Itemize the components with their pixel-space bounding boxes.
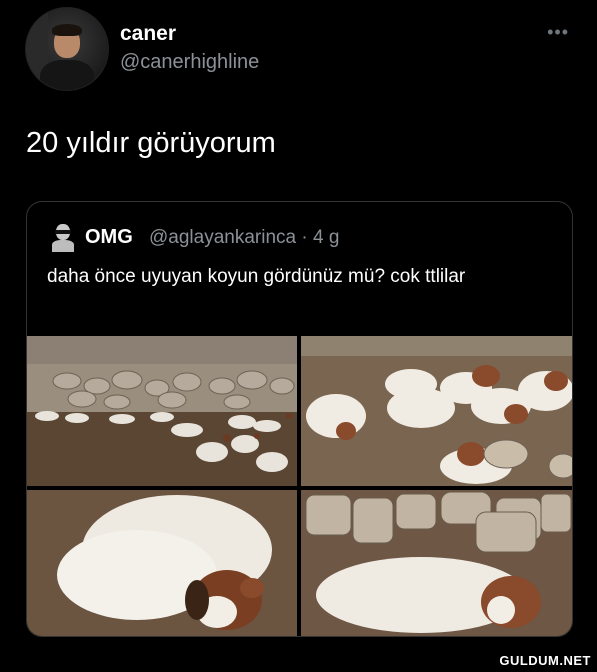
tweet-text: 20 yıldır görüyorum	[26, 127, 276, 159]
photo-3-image	[27, 490, 297, 636]
photo-4-image	[301, 490, 572, 636]
sleeping-sheep-photo-2[interactable]	[301, 336, 572, 486]
quoted-avatar-body	[52, 240, 74, 252]
avatar-hair	[52, 24, 82, 36]
author-display-name[interactable]: caner	[120, 22, 176, 46]
quoted-author-avatar[interactable]	[51, 222, 75, 252]
quoted-handle-time[interactable]: @aglayankarinca · 4 g	[149, 227, 339, 249]
author-handle[interactable]: @canerhighline	[120, 51, 259, 74]
more-dots-icon[interactable]: •••	[547, 22, 569, 43]
quoted-display-name[interactable]: OMG	[85, 226, 133, 249]
photo-1-image	[27, 336, 297, 486]
site-watermark: GULDUM.NET	[499, 653, 591, 668]
sleeping-sheep-photo-4[interactable]	[301, 490, 572, 636]
quoted-tweet-card[interactable]: OMG @aglayankarinca · 4 g daha önce uyuy…	[26, 201, 573, 637]
quoted-avatar-glasses	[55, 230, 71, 234]
sleeping-sheep-photo-3[interactable]	[27, 490, 297, 636]
photo-2-image	[301, 336, 572, 486]
quoted-tweet-text: daha önce uyuyan koyun gördünüz mü? cok …	[47, 266, 466, 287]
sleeping-sheep-photo-1[interactable]	[27, 336, 297, 486]
avatar-body	[40, 60, 94, 90]
author-avatar[interactable]	[25, 7, 109, 91]
